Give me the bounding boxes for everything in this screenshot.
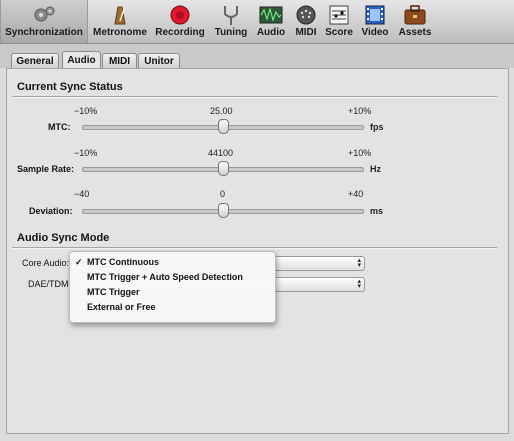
toolbar-item-assets[interactable]: Assets [396, 0, 434, 43]
sample-rate-slider-thumb[interactable] [218, 161, 229, 176]
toolbar-label: Video [361, 27, 389, 38]
section-title-sync-status: Current Sync Status [17, 81, 123, 93]
record-icon [170, 5, 190, 25]
toolbar-label: Audio [256, 27, 286, 38]
toolbar-label: Tuning [214, 27, 248, 38]
metronome-icon [114, 6, 126, 25]
dae-tdm-label: DAE/TDM: [28, 279, 72, 289]
updown-arrows-icon: ▴ ▾ [357, 257, 361, 269]
menu-item-label: External or Free [87, 302, 156, 312]
menu-item-label: MTC Trigger + Auto Speed Detection [87, 272, 243, 282]
gears-icon [34, 6, 55, 22]
toolbar-item-recording[interactable]: Recording [153, 0, 207, 43]
sample-rate-label: Sample Rate: [17, 164, 75, 174]
updown-arrows-icon: ▴ ▾ [357, 278, 361, 290]
mtc-label: MTC: [48, 122, 71, 132]
tab-bar: General Audio MIDI Unitor [0, 44, 514, 70]
sync-mode-menu: ✓ MTC Continuous MTC Trigger + Auto Spee… [69, 251, 276, 323]
audio-waveform-icon [259, 6, 283, 24]
toolbar-label: MIDI [295, 27, 317, 38]
briefcase-icon [404, 5, 426, 25]
tab-unitor[interactable]: Unitor [138, 53, 180, 69]
toolbar-item-score[interactable]: Score [324, 0, 354, 43]
checkmark-icon: ✓ [75, 257, 83, 267]
deviation-unit: ms [370, 206, 384, 216]
deviation-label: Deviation: [29, 206, 73, 216]
mtc-min-label: −10% [74, 106, 98, 116]
menu-item-label: MTC Trigger [87, 287, 140, 297]
preferences-toolbar: Synchronization Metronome Recording Tuni… [0, 0, 514, 44]
sample-rate-unit: Hz [370, 164, 381, 174]
deviation-min-label: −40 [74, 189, 90, 199]
toolbar-label: Metronome [93, 27, 147, 38]
deviation-max-label: +40 [348, 189, 364, 199]
sample-rate-center-label: 44100 [208, 148, 234, 158]
deviation-center-label: 0 [220, 189, 226, 199]
film-icon [365, 5, 385, 25]
toolbar-item-audio[interactable]: Audio [254, 0, 288, 43]
sample-rate-max-label: +10% [348, 148, 372, 158]
toolbar-label: Synchronization [5, 27, 83, 38]
toolbar-item-tuning[interactable]: Tuning [210, 0, 252, 43]
core-audio-label: Core Audio: [22, 258, 70, 268]
midi-port-icon [296, 5, 316, 25]
score-icon [329, 5, 349, 25]
toolbar-item-midi[interactable]: MIDI [291, 0, 321, 43]
sample-rate-min-label: −10% [74, 148, 98, 158]
toolbar-item-video[interactable]: Video [358, 0, 392, 43]
tab-general[interactable]: General [11, 53, 59, 69]
menu-item-label: MTC Continuous [87, 257, 159, 267]
toolbar-label: Score [325, 27, 353, 38]
menu-item-mtc-trigger[interactable]: MTC Trigger [70, 287, 275, 302]
mtc-slider-thumb[interactable] [218, 119, 229, 134]
menu-item-external-or-free[interactable]: External or Free [70, 302, 275, 317]
divider [12, 247, 497, 249]
mtc-unit: fps [370, 122, 384, 132]
deviation-slider-thumb[interactable] [218, 203, 229, 218]
menu-item-mtc-continuous[interactable]: ✓ MTC Continuous [70, 257, 275, 272]
toolbar-item-synchronization[interactable]: Synchronization [0, 0, 88, 43]
section-title-audio-sync-mode: Audio Sync Mode [17, 232, 110, 244]
toolbar-item-metronome[interactable]: Metronome [90, 0, 150, 43]
tab-midi[interactable]: MIDI [102, 53, 137, 69]
divider [12, 96, 497, 98]
toolbar-label: Recording [155, 27, 205, 38]
mtc-center-label: 25.00 [210, 106, 233, 116]
toolbar-label: Assets [398, 27, 432, 38]
tuning-fork-icon [224, 6, 238, 25]
menu-item-mtc-trigger-auto-speed[interactable]: MTC Trigger + Auto Speed Detection [70, 272, 275, 287]
mtc-max-label: +10% [348, 106, 372, 116]
